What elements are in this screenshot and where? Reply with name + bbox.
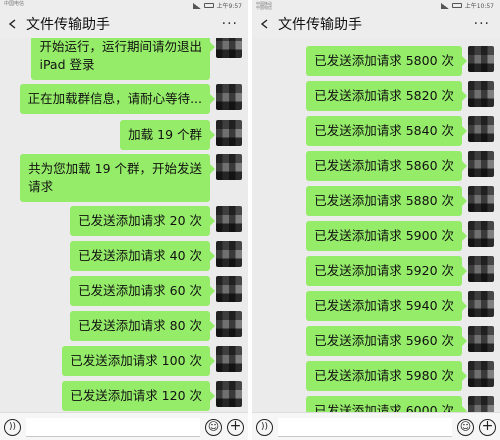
message-row: 已发送添加请求 5960 次 — [306, 326, 494, 356]
message-row: 已发送添加请求 100 次 — [62, 346, 242, 376]
message-bubble[interactable]: 开始运行，运行期间请勿退出 iPad 登录 — [31, 38, 215, 80]
battery-icon — [203, 3, 214, 8]
message-bubble[interactable]: 加载 19 个群 — [120, 120, 215, 150]
status-icons: 上午9:57 — [192, 1, 242, 10]
avatar[interactable] — [216, 84, 242, 110]
status-time: 上午9:57 — [216, 3, 242, 10]
message-bubble[interactable]: 已发送添加请求 5840 次 — [306, 116, 467, 146]
avatar[interactable] — [216, 276, 242, 302]
message-row: 已发送添加请求 5940 次 — [306, 291, 494, 321]
message-bubble[interactable]: 已发送添加请求 20 次 — [70, 206, 215, 236]
message-list[interactable]: 已发送添加请求 5800 次 已发送添加请求 5820 次 已发送添加请求 58… — [252, 38, 500, 412]
message-row: 已发送添加请求 20 次 — [70, 206, 242, 236]
message-row: 已发送添加请求 5920 次 — [306, 256, 494, 286]
avatar[interactable] — [216, 206, 242, 232]
message-row: 已发送添加请求 6000 次 — [306, 396, 494, 412]
message-row: 已发送添加请求 5980 次 — [306, 361, 494, 391]
plus-icon[interactable]: + — [227, 419, 244, 436]
avatar[interactable] — [468, 186, 494, 212]
voice-icon[interactable]: )) — [4, 419, 21, 436]
plus-icon[interactable]: + — [479, 419, 496, 436]
message-bubble[interactable]: 共为您加载 19 个群，开始发送 请求 — [20, 154, 215, 202]
message-row: 已发送添加请求 5800 次 — [306, 46, 494, 76]
message-row: 开始运行，运行期间请勿退出 iPad 登录 — [31, 38, 242, 80]
message-bubble[interactable]: 已发送添加请求 100 次 — [62, 346, 215, 376]
avatar[interactable] — [216, 311, 242, 337]
message-row: 已发送添加请求 5820 次 — [306, 81, 494, 111]
voice-icon[interactable]: )) — [256, 419, 273, 436]
avatar[interactable] — [468, 361, 494, 387]
avatar[interactable] — [216, 346, 242, 372]
message-bubble[interactable]: 已发送添加请求 5940 次 — [306, 291, 467, 321]
avatar[interactable] — [468, 291, 494, 317]
message-bubble[interactable]: 已发送添加请求 5820 次 — [306, 81, 467, 111]
avatar[interactable] — [216, 38, 242, 58]
message-row: 已发送添加请求 80 次 — [70, 311, 242, 341]
carrier-label: 中国移动 中国电信 — [256, 2, 272, 10]
signal-icon — [192, 2, 201, 9]
avatar[interactable] — [468, 326, 494, 352]
message-bubble[interactable]: 已发送添加请求 6000 次 — [306, 396, 467, 412]
message-bubble[interactable]: 已发送添加请求 60 次 — [70, 276, 215, 306]
message-input[interactable] — [278, 418, 452, 437]
message-row: 共为您加载 19 个群，开始发送 请求 — [20, 154, 242, 202]
chat-title: 文件传输助手 — [278, 17, 362, 33]
message-input[interactable] — [26, 418, 200, 437]
avatar[interactable] — [468, 116, 494, 142]
back-arrow-icon[interactable] — [260, 19, 270, 29]
battery-icon — [451, 3, 462, 8]
message-bubble[interactable]: 已发送添加请求 5980 次 — [306, 361, 467, 391]
more-dots-icon[interactable]: ··· — [222, 16, 238, 32]
message-row: 已发送添加请求 120 次 — [62, 381, 242, 411]
avatar[interactable] — [468, 81, 494, 107]
message-bubble[interactable]: 已发送添加请求 5920 次 — [306, 256, 467, 286]
avatar[interactable] — [216, 120, 242, 146]
avatar[interactable] — [216, 154, 242, 180]
message-list[interactable]: 开始运行，运行期间请勿退出 iPad 登录 正在加载群信息，请耐心等待... 加… — [0, 38, 248, 412]
emoji-icon[interactable]: ☺ — [205, 419, 222, 436]
chat-screen-right: 中国移动 中国电信 上午10:57 文件传输助手 ··· 已发送添加请求 580… — [252, 0, 500, 440]
status-bar: 中国移动 中国电信 上午10:57 — [252, 0, 500, 10]
message-bubble[interactable]: 已发送添加请求 5880 次 — [306, 186, 467, 216]
message-bubble[interactable]: 已发送添加请求 5860 次 — [306, 151, 467, 181]
message-bubble[interactable]: 已发送添加请求 5900 次 — [306, 221, 467, 251]
message-bubble[interactable]: 已发送添加请求 5960 次 — [306, 326, 467, 356]
chat-screen-left: 中国电信 上午9:57 文件传输助手 ··· 开始运行，运行期间请勿退出 iPa… — [0, 0, 248, 440]
input-bar: )) ☺ + — [0, 412, 248, 440]
title-bar: 文件传输助手 ··· — [252, 10, 500, 38]
message-row: 已发送添加请求 40 次 — [70, 241, 242, 271]
chat-title: 文件传输助手 — [26, 17, 110, 33]
message-row: 已发送添加请求 5860 次 — [306, 151, 494, 181]
message-bubble[interactable]: 已发送添加请求 80 次 — [70, 311, 215, 341]
emoji-icon[interactable]: ☺ — [457, 419, 474, 436]
message-row: 加载 19 个群 — [120, 120, 242, 150]
status-time: 上午10:57 — [464, 3, 494, 10]
avatar[interactable] — [468, 256, 494, 282]
message-row: 已发送添加请求 5840 次 — [306, 116, 494, 146]
avatar[interactable] — [216, 381, 242, 407]
message-bubble[interactable]: 正在加载群信息，请耐心等待... — [19, 84, 216, 114]
more-dots-icon[interactable]: ··· — [474, 16, 490, 32]
avatar[interactable] — [468, 396, 494, 412]
signal-icon — [440, 2, 449, 9]
message-row: 已发送添加请求 5900 次 — [306, 221, 494, 251]
avatar[interactable] — [216, 241, 242, 267]
status-icons: 上午10:57 — [440, 1, 494, 10]
input-bar: )) ☺ + — [252, 412, 500, 440]
title-bar: 文件传输助手 ··· — [0, 10, 248, 38]
message-bubble[interactable]: 已发送添加请求 5800 次 — [306, 46, 467, 76]
avatar[interactable] — [468, 46, 494, 72]
message-row: 正在加载群信息，请耐心等待... — [19, 84, 242, 114]
carrier-label: 中国电信 — [4, 1, 25, 7]
message-bubble[interactable]: 已发送添加请求 40 次 — [70, 241, 215, 271]
message-row: 已发送添加请求 60 次 — [70, 276, 242, 306]
message-row: 已发送添加请求 5880 次 — [306, 186, 494, 216]
back-arrow-icon[interactable] — [8, 19, 18, 29]
status-bar: 中国电信 上午9:57 — [0, 0, 248, 10]
avatar[interactable] — [468, 151, 494, 177]
avatar[interactable] — [468, 221, 494, 247]
message-bubble[interactable]: 已发送添加请求 120 次 — [62, 381, 215, 411]
